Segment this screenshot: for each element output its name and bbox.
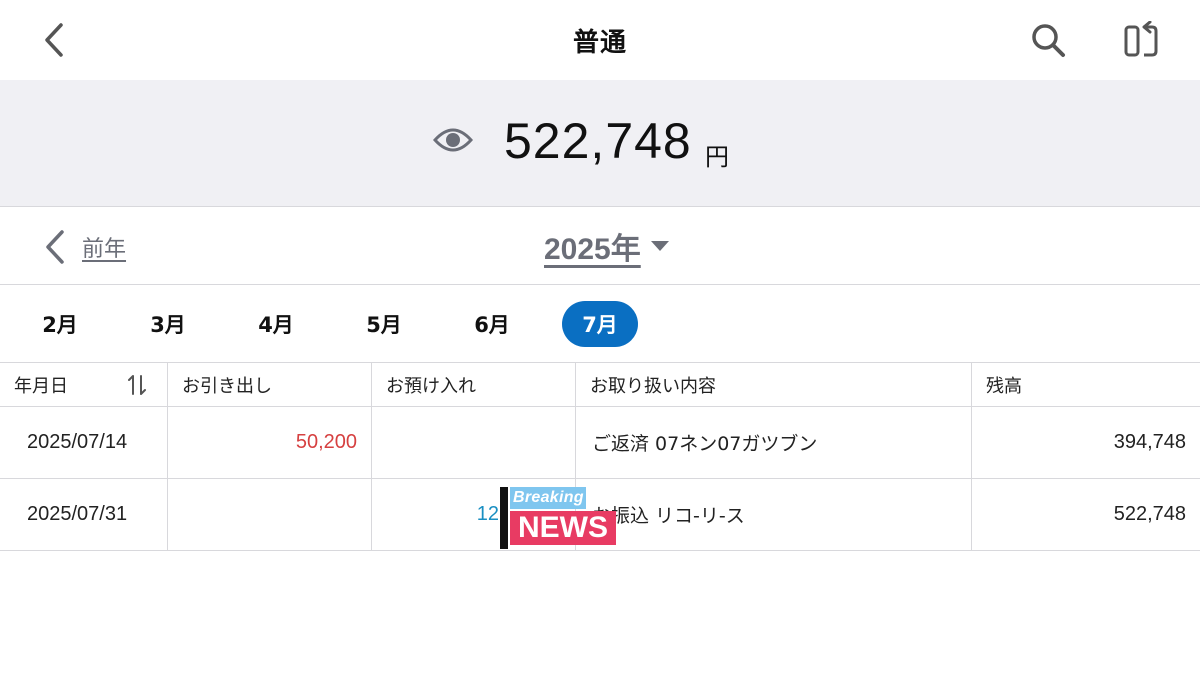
header-cell-withdrawal: お引き出し — [168, 363, 372, 406]
sticker-bottom-text: NEWS — [510, 511, 616, 545]
tab-month-apr[interactable]: 4月 — [238, 301, 314, 347]
toggle-balance-visibility[interactable] — [432, 124, 474, 156]
cell-description: ご返済 07ネン07ガツブン — [576, 407, 972, 478]
cell-date: 2025/07/31 — [0, 479, 168, 550]
sticker-top-text: Breaking — [510, 487, 586, 509]
year-label: 2025年 — [544, 233, 641, 266]
balance-panel: 522,748 円 — [0, 80, 1200, 207]
app-header: 普通 — [0, 0, 1200, 80]
cell-withdrawal: 50,200 — [168, 407, 372, 478]
header-label: 残高 — [986, 375, 1022, 397]
table-row[interactable]: 2025/07/14 50,200 ご返済 07ネン07ガツブン 394,748 — [0, 407, 1200, 479]
sort-icon — [128, 375, 146, 395]
header-cell-date: 年月日 — [0, 363, 168, 406]
cell-description: お振込 リコ-リ-ス — [576, 479, 972, 550]
prev-year-button[interactable]: 前年 — [44, 227, 126, 267]
header-label: お預け入れ — [386, 375, 476, 397]
sort-button[interactable] — [125, 373, 149, 397]
search-button[interactable] — [1026, 18, 1070, 62]
cell-date: 2025/07/14 — [0, 407, 168, 478]
switch-account-button[interactable] — [1118, 18, 1166, 62]
caret-down-icon — [650, 241, 669, 251]
sticker-bar — [500, 487, 508, 549]
eye-icon — [433, 128, 473, 152]
tab-month-mar[interactable]: 3月 — [130, 301, 206, 347]
balance-unit: 円 — [705, 143, 729, 171]
breaking-news-sticker: Breaking NEWS — [500, 487, 618, 549]
switch-account-icon — [1124, 21, 1158, 57]
cell-deposit — [372, 407, 576, 478]
header-cell-balance: 残高 — [972, 363, 1200, 406]
cell-balance: 394,748 — [1113, 431, 1186, 453]
year-dropdown[interactable]: 2025年 — [544, 226, 671, 266]
table-header-row: 年月日 お引き出し お預け入れ お取り扱い内容 残高 — [0, 363, 1200, 407]
header-label: 年月日 — [14, 375, 68, 397]
page-title: 普通 — [572, 28, 627, 58]
cell-withdrawal — [168, 479, 372, 550]
header-label: お取り扱い内容 — [590, 375, 716, 397]
month-tabs: 2月 3月 4月 5月 6月 7月 — [0, 285, 1200, 363]
balance-amount: 522,748 — [504, 113, 692, 169]
tab-month-jun[interactable]: 6月 — [454, 301, 530, 347]
year-navigation: 前年 2025年 — [0, 207, 1200, 285]
tab-month-may[interactable]: 5月 — [346, 301, 422, 347]
prev-year-label: 前年 — [82, 237, 127, 262]
search-icon — [1032, 24, 1065, 57]
tab-month-feb[interactable]: 2月 — [22, 301, 98, 347]
tab-month-jul[interactable]: 7月 — [562, 301, 638, 347]
chevron-left-icon — [46, 230, 64, 264]
cell-balance: 522,748 — [1113, 503, 1186, 525]
header-cell-description: お取り扱い内容 — [576, 363, 972, 406]
header-label: お引き出し — [182, 375, 272, 397]
header-cell-deposit: お預け入れ — [372, 363, 576, 406]
